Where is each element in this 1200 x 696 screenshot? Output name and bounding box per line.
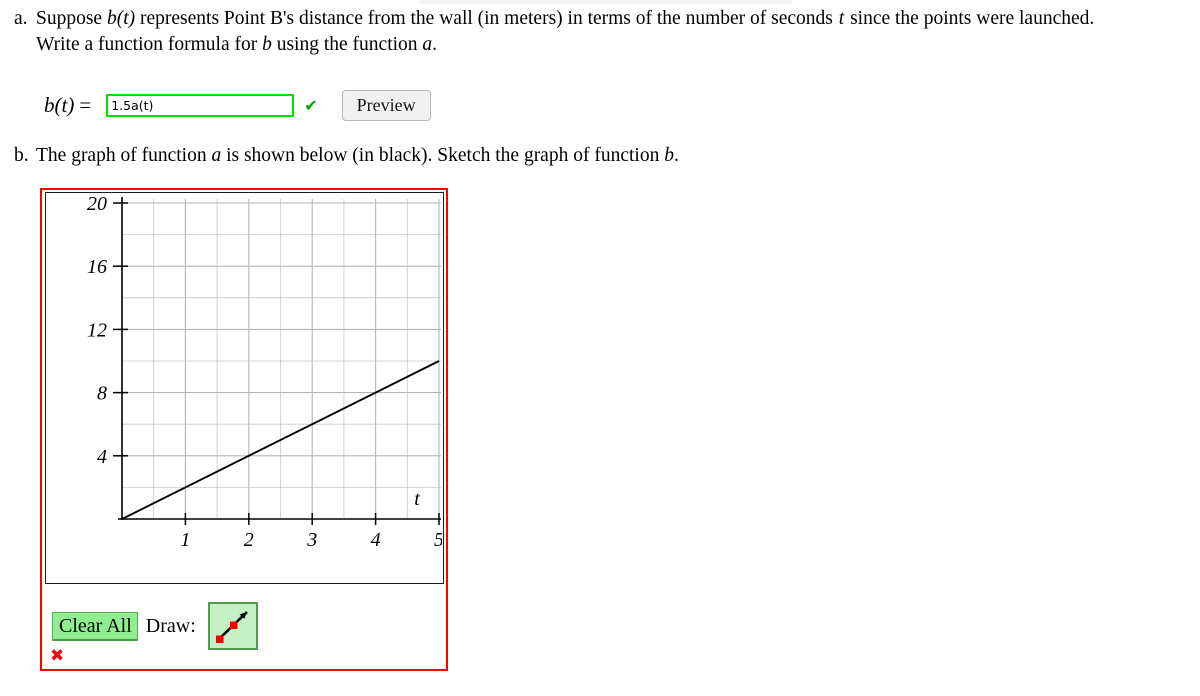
clear-all-button[interactable]: Clear All — [52, 611, 138, 641]
svg-text:2: 2 — [244, 529, 254, 551]
axis-tick-labels: 1234548121620 — [87, 193, 442, 551]
svg-text:16: 16 — [87, 256, 107, 278]
svg-text:t: t — [414, 488, 420, 510]
part-a-line2-post: . — [432, 34, 438, 55]
svg-text:3: 3 — [306, 529, 317, 551]
graph-sketch-widget[interactable]: 1234548121620 t Clear All Draw: ✖ — [40, 188, 448, 671]
axis-ticks — [113, 202, 440, 525]
formula-var-b: b — [44, 93, 55, 117]
part-b-text-mid: is shown below (in black). Sketch the gr… — [221, 145, 665, 166]
preview-button[interactable]: Preview — [341, 90, 431, 121]
answer-row: b(t)= ✔ Preview — [44, 90, 431, 121]
x-axis-label: t — [414, 488, 420, 510]
formula-paren-open: ( — [54, 93, 62, 117]
part-a-line1-post: since the points were launched. — [845, 8, 1095, 29]
svg-text:4: 4 — [371, 529, 381, 551]
part-b-text-pre: The graph of function — [36, 145, 212, 166]
part-b-marker: b. — [14, 145, 29, 166]
part-b-text: The graph of function a is shown below (… — [36, 143, 1110, 169]
draw-label: Draw: — [145, 614, 196, 637]
svg-text:4: 4 — [97, 446, 107, 468]
part-a-var-b-of-t: b(t) — [106, 8, 136, 29]
plot-area[interactable]: 1234548121620 t — [46, 193, 442, 582]
check-mark-icon: ✔ — [304, 95, 318, 115]
part-a-line1-pre: Suppose — [36, 8, 107, 29]
part-a-line2-mid: using the function — [271, 34, 423, 55]
question-part-b: b. The graph of function a is shown belo… — [10, 143, 1110, 169]
part-a-line2-pre: Write a function formula for — [36, 34, 263, 55]
svg-text:1: 1 — [180, 529, 190, 551]
part-a-row: a. Suppose b(t) represents Point B's dis… — [10, 6, 1195, 58]
part-b-row: b. The graph of function a is shown belo… — [10, 143, 1110, 169]
part-a-var-b: b — [262, 34, 272, 55]
part-b-text-post: . — [673, 145, 679, 166]
part-b-var-b: b — [664, 145, 674, 166]
part-a-marker: a. — [14, 8, 28, 29]
part-a-var-a: a — [422, 34, 433, 55]
svg-text:20: 20 — [87, 193, 107, 215]
part-a-text: Suppose b(t) represents Point B's distan… — [36, 6, 1195, 58]
grid-lines — [121, 199, 441, 520]
formula-equals-sign: = — [79, 93, 92, 117]
line-segment-draw-glyph — [215, 611, 248, 643]
answer-input[interactable] — [106, 94, 295, 117]
incorrect-x-icon: ✖ — [50, 646, 65, 666]
part-b-var-a: a — [211, 145, 222, 166]
clipped-top-bar — [420, 0, 792, 4]
formula-left-hand-side: b(t) = — [44, 93, 96, 118]
question-part-a: a. Suppose b(t) represents Point B's dis… — [10, 6, 1195, 58]
svg-text:5: 5 — [434, 529, 442, 551]
line-segment-draw-icon[interactable] — [207, 602, 258, 650]
graph-toolbar: Clear All Draw: — [52, 602, 258, 650]
part-a-line1-mid: represents Point B's distance from the w… — [135, 8, 838, 29]
svg-text:8: 8 — [97, 383, 107, 405]
graph-canvas[interactable]: 1234548121620 t — [45, 192, 444, 584]
svg-text:12: 12 — [87, 319, 107, 341]
axes — [118, 197, 441, 520]
